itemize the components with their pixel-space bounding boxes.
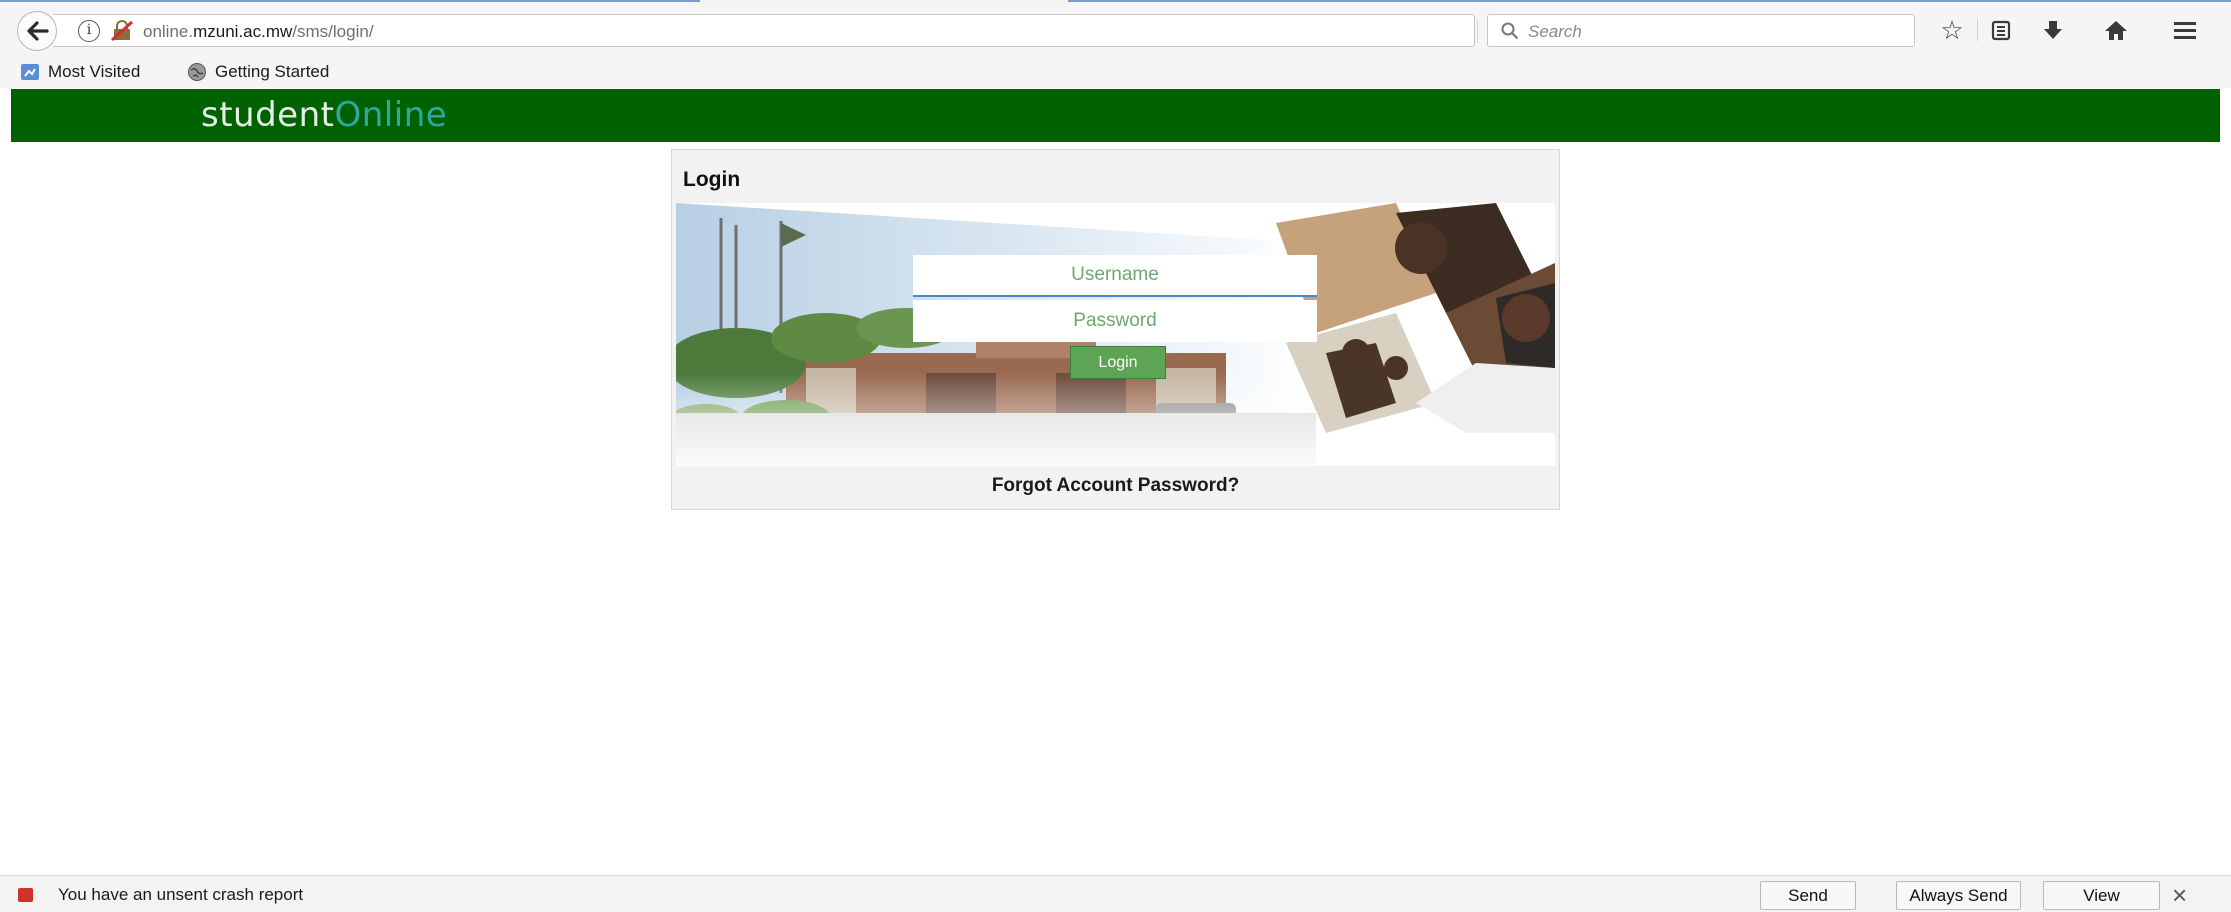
- campus-banner: Login: [676, 203, 1555, 466]
- site-header: studentOnline: [11, 89, 2220, 142]
- browser-toolbar: i online.mzuni.ac.mw/sms/login/ ↻ Search…: [0, 0, 2231, 60]
- username-field[interactable]: [913, 255, 1317, 297]
- bookmarks-toolbar: Most Visited Getting Started: [0, 60, 2231, 88]
- back-arrow-icon: [27, 21, 49, 41]
- menu-icon[interactable]: [2169, 14, 2201, 46]
- search-placeholder: Search: [1528, 22, 1582, 41]
- search-bar[interactable]: Search: [1487, 14, 1915, 47]
- back-button[interactable]: [17, 11, 57, 51]
- site-info-icon[interactable]: i: [78, 20, 100, 42]
- crash-report-bar: You have an unsent crash report Send Alw…: [0, 875, 2231, 912]
- url-text[interactable]: online.mzuni.ac.mw/sms/login/: [143, 22, 374, 42]
- most-visited-icon: [21, 64, 39, 80]
- reading-list-icon[interactable]: [1985, 14, 2017, 46]
- login-title: Login: [683, 168, 741, 191]
- globe-icon: [188, 63, 206, 81]
- crash-report-message: You have an unsent crash report: [58, 885, 304, 904]
- search-icon: [1501, 22, 1519, 40]
- login-button[interactable]: Login: [1070, 346, 1166, 379]
- password-field[interactable]: [913, 300, 1317, 342]
- site-logo[interactable]: studentOnline: [201, 95, 447, 135]
- crash-report-icon: [18, 888, 33, 902]
- bookmark-star-icon[interactable]: ☆: [1936, 14, 1968, 46]
- login-panel: Login Username Login Forgot Account Pass…: [671, 149, 1560, 510]
- always-send-button[interactable]: Always Send: [1896, 881, 2021, 910]
- downloads-icon[interactable]: [2037, 14, 2069, 46]
- home-icon[interactable]: [2100, 14, 2132, 46]
- close-icon[interactable]: ×: [2172, 880, 2187, 911]
- insecure-lock-icon[interactable]: [110, 20, 134, 42]
- bookmark-most-visited[interactable]: Most Visited: [20, 62, 140, 82]
- send-button[interactable]: Send: [1760, 881, 1856, 910]
- forgot-password-link[interactable]: Forgot Account Password?: [672, 475, 1559, 497]
- view-button[interactable]: View: [2043, 881, 2160, 910]
- bookmark-getting-started[interactable]: Getting Started: [187, 62, 329, 82]
- address-bar[interactable]: i online.mzuni.ac.mw/sms/login/ ↻: [53, 14, 1505, 47]
